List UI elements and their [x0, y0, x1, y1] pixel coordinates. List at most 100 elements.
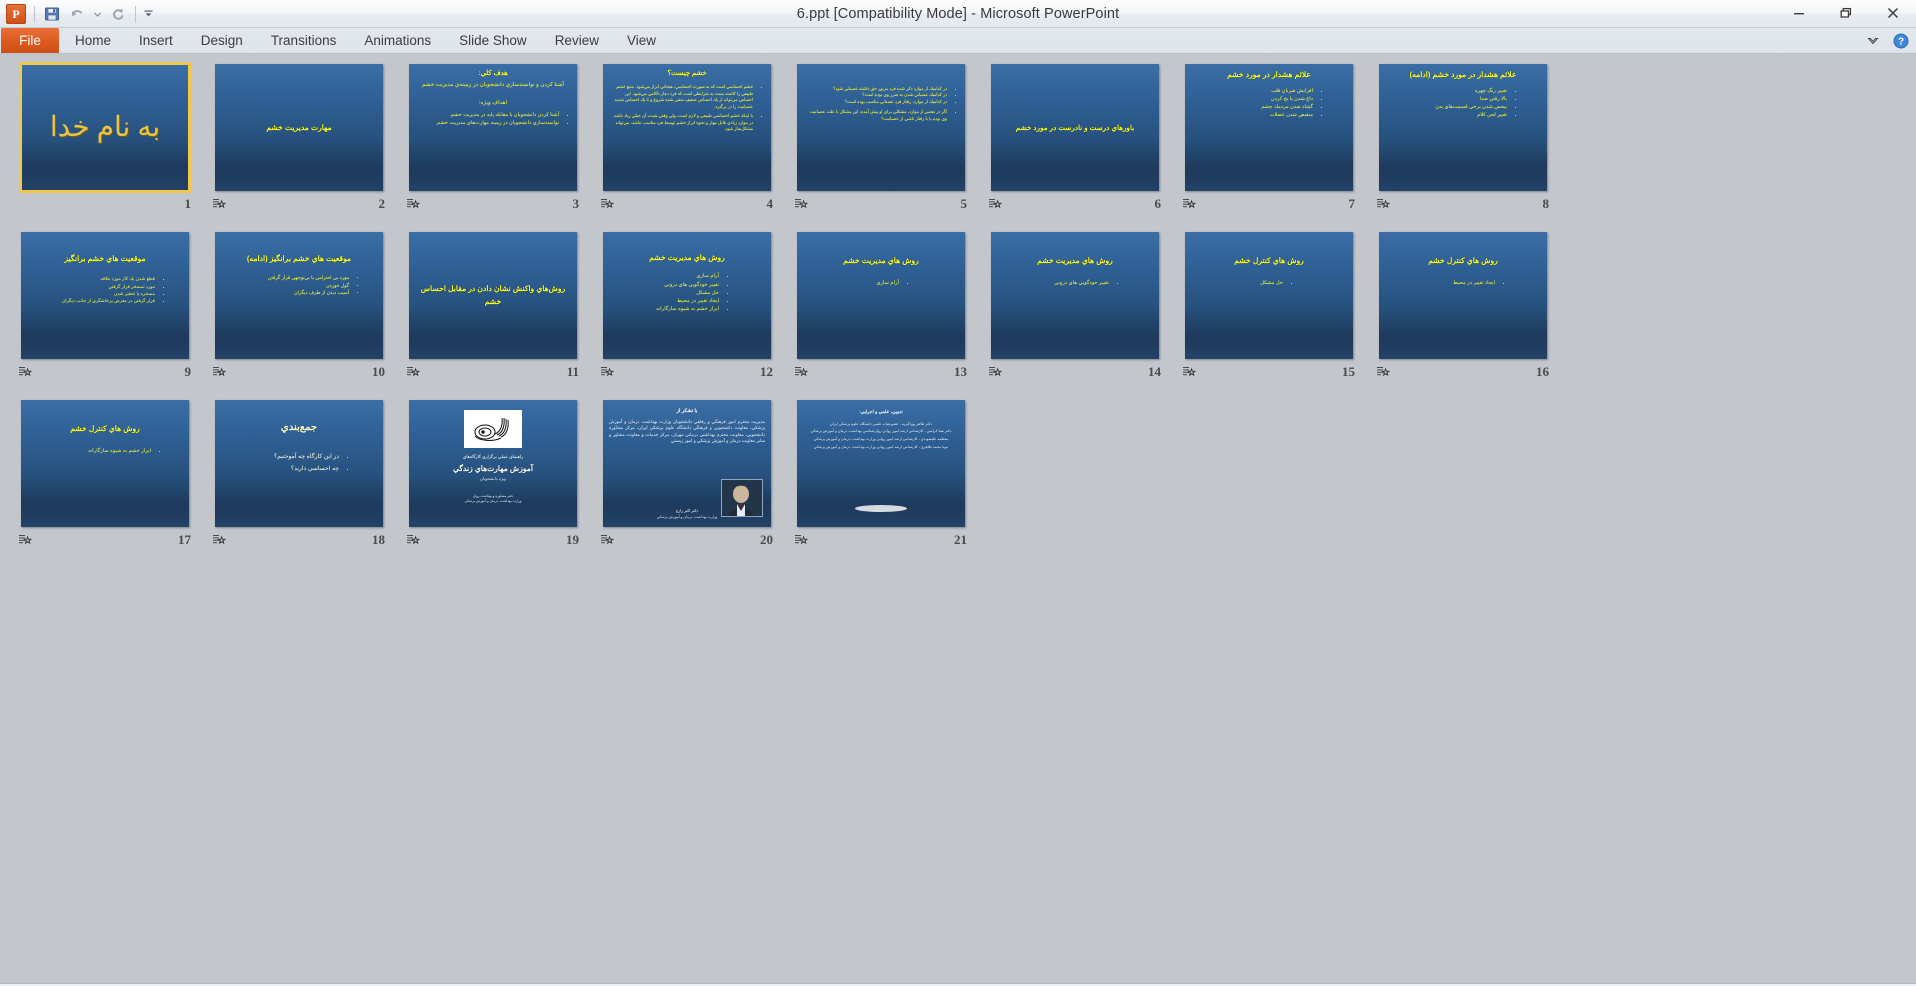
slide-number: 14: [1148, 364, 1161, 379]
tab-design[interactable]: Design: [187, 28, 257, 53]
slide-bullet: مسخره يا تحقير شدن: [28, 290, 155, 297]
slide-canvas: تدوين، علمي و اجرايي: دكتر طاهر پوراکبري…: [797, 400, 965, 527]
tab-slide-show[interactable]: Slide Show: [445, 28, 541, 53]
tab-home[interactable]: Home: [61, 28, 125, 53]
slide-cell[interactable]: راهنماي عملي برگزاري كارگاه‌هاي آموزش مه…: [396, 398, 590, 548]
slide-cell[interactable]: باورهاي درست و نادرست در مورد خشم 6: [978, 62, 1172, 212]
animation-icon[interactable]: [213, 534, 227, 547]
slide-bullet-list: تغيير خودگويي هاي دروني: [998, 279, 1152, 287]
tab-animations[interactable]: Animations: [350, 28, 445, 53]
animation-icon[interactable]: [407, 534, 421, 547]
slide-thumbnail-21[interactable]: تدوين، علمي و اجرايي: دكتر طاهر پوراکبري…: [795, 398, 967, 529]
animation-icon[interactable]: [407, 198, 421, 211]
slide-thumbnail-15[interactable]: روش هاي كنترل خشم حل مشكل: [1183, 230, 1355, 361]
slide-thumbnail-9[interactable]: موقعيت هاي خشم برانگيز قطع شدن يك كار مو…: [19, 230, 191, 361]
slide-bullet: آرام سازي: [610, 272, 719, 280]
undo-icon[interactable]: [66, 3, 88, 25]
tab-view[interactable]: View: [613, 28, 670, 53]
animation-icon[interactable]: [19, 534, 33, 547]
animation-icon[interactable]: [601, 366, 615, 379]
slide-cell[interactable]: با تشكر از مديريت محترم امور فرهنگي و رف…: [590, 398, 784, 548]
help-icon[interactable]: ?: [1892, 32, 1910, 50]
slide-thumbnail-20[interactable]: با تشكر از مديريت محترم امور فرهنگي و رف…: [601, 398, 773, 529]
slide-thumbnail-2[interactable]: مهارت مديريت خشم: [213, 62, 385, 193]
customize-qat-icon[interactable]: [142, 3, 155, 25]
undo-dropdown-icon[interactable]: [91, 3, 104, 25]
slide-grid: به نام خدا 1 مهارت مديريت خشم 2 هدف كلي:…: [8, 62, 1580, 566]
slide-sorter-pane[interactable]: به نام خدا 1 مهارت مديريت خشم 2 هدف كلي:…: [0, 54, 1916, 983]
slide-thumbnail-5[interactable]: در كداميك از موارد ذكر شده فرد مزبور حق …: [795, 62, 967, 193]
slide-cell[interactable]: روش هاي مديريت خشم آرام سازي: [784, 230, 978, 380]
slide-cell[interactable]: هدف كلي: آشنا كردن و توانمندسازي دانشجوي…: [396, 62, 590, 212]
animation-icon[interactable]: [213, 366, 227, 379]
slide-cell[interactable]: جمع‌بندي در اين كارگاه چه آموختيم؟ چه اح…: [202, 398, 396, 548]
save-icon[interactable]: [41, 3, 63, 25]
slide-cell[interactable]: موقعيت هاي خشم برانگيز قطع شدن يك كار مو…: [8, 230, 202, 380]
slide-canvas: در كداميك از موارد ذكر شده فرد مزبور حق …: [797, 64, 965, 191]
slide-cell[interactable]: مهارت مديريت خشم 2: [202, 62, 396, 212]
redo-icon[interactable]: [107, 3, 129, 25]
animation-icon[interactable]: [19, 366, 33, 379]
animation-icon[interactable]: [1183, 198, 1197, 211]
minimize-ribbon-icon[interactable]: [1864, 32, 1882, 50]
slide-meta: 21: [784, 532, 978, 548]
animation-icon[interactable]: [795, 534, 809, 547]
slide-thumbnail-18[interactable]: جمع‌بندي در اين كارگاه چه آموختيم؟ چه اح…: [213, 398, 385, 529]
slide-thumbnail-14[interactable]: روش هاي مديريت خشم تغيير خودگويي هاي درو…: [989, 230, 1161, 361]
animation-icon[interactable]: [601, 198, 615, 211]
slide-meta: 12: [590, 364, 784, 380]
animation-icon[interactable]: [601, 534, 615, 547]
slide-bullet-list: در كداميك از موارد ذكر شده فرد مزبور حق …: [804, 86, 958, 122]
slide-thumbnail-13[interactable]: روش هاي مديريت خشم آرام سازي: [795, 230, 967, 361]
slide-sorter-workspace[interactable]: به نام خدا 1 مهارت مديريت خشم 2 هدف كلي:…: [0, 54, 1916, 983]
slide-cell[interactable]: روش هاي كنترل خشم حل مشكل: [1172, 230, 1366, 380]
slide-cell[interactable]: در كداميك از موارد ذكر شده فرد مزبور حق …: [784, 62, 978, 212]
slide-title-text: علائم هشدار در مورد خشم: [1227, 70, 1311, 79]
slide-cell[interactable]: روش‌هاي واكنش نشان دادن در مقابل احساس خ…: [396, 230, 590, 380]
slide-thumbnail-8[interactable]: علائم هشدار در مورد خشم (ادامه) تغيير رن…: [1377, 62, 1549, 193]
bismillah-calligraphy-image: [464, 410, 522, 448]
slide-cell[interactable]: روش هاي مديريت خشم آرام سازي تغيير خودگو…: [590, 230, 784, 380]
animation-icon[interactable]: [989, 198, 1003, 211]
tab-review[interactable]: Review: [541, 28, 613, 53]
animation-icon[interactable]: [213, 198, 227, 211]
slide-thumbnail-16[interactable]: روش هاي كنترل خشم ايجاد تغيير در محيط: [1377, 230, 1549, 361]
animation-icon[interactable]: [1377, 366, 1391, 379]
slide-cell[interactable]: به نام خدا 1: [8, 62, 202, 212]
slide-thumbnail-12[interactable]: روش هاي مديريت خشم آرام سازي تغيير خودگو…: [601, 230, 773, 361]
slide-cell[interactable]: موقعيت هاي خشم برانگيز (ادامه) مورد بي ا…: [202, 230, 396, 380]
animation-icon[interactable]: [795, 198, 809, 211]
slide-bullet: اگر در بعضي از موارد، مشكلي براي او پيش …: [804, 109, 947, 122]
slide-cell[interactable]: روش هاي كنترل خشم ابراز خشم به شيوه سازگ…: [8, 398, 202, 548]
animation-icon[interactable]: [407, 366, 421, 379]
slide-cell[interactable]: علائم هشدار در مورد خشم (ادامه) تغيير رن…: [1366, 62, 1560, 212]
tab-insert[interactable]: Insert: [125, 28, 187, 53]
slide-thumbnail-10[interactable]: موقعيت هاي خشم برانگيز (ادامه) مورد بي ا…: [213, 230, 385, 361]
slide-thumbnail-4[interactable]: خشم چيست؟ خشم احساسي است كه به صورت احسا…: [601, 62, 773, 193]
close-icon[interactable]: [1869, 0, 1916, 26]
slide-thumbnail-1[interactable]: به نام خدا: [19, 62, 191, 193]
slide-cell[interactable]: تدوين، علمي و اجرايي: دكتر طاهر پوراکبري…: [784, 398, 978, 548]
animation-icon[interactable]: [1377, 198, 1391, 211]
slide-cell[interactable]: روش هاي مديريت خشم تغيير خودگويي هاي درو…: [978, 230, 1172, 380]
slide-thumbnail-7[interactable]: علائم هشدار در مورد خشم افزايش ضربان قلب…: [1183, 62, 1355, 193]
slide-thumbnail-3[interactable]: هدف كلي: آشنا كردن و توانمندسازي دانشجوي…: [407, 62, 579, 193]
slide-thumbnail-6[interactable]: باورهاي درست و نادرست در مورد خشم: [989, 62, 1161, 193]
restore-icon[interactable]: [1822, 0, 1869, 26]
animation-icon[interactable]: [1183, 366, 1197, 379]
slide-subtitle-text: آشنا كردن و توانمندسازي دانشجويان در زمي…: [422, 82, 564, 89]
minimize-icon[interactable]: [1775, 0, 1822, 26]
animation-icon[interactable]: [989, 366, 1003, 379]
slide-cell[interactable]: علائم هشدار در مورد خشم افزايش ضربان قلب…: [1172, 62, 1366, 212]
slide-bullet: در اين كارگاه چه آموختيم؟: [222, 451, 339, 463]
slide-thumbnail-19[interactable]: راهنماي عملي برگزاري كارگاه‌هاي آموزش مه…: [407, 398, 579, 529]
powerpoint-app-icon[interactable]: P: [6, 4, 26, 24]
tab-file[interactable]: File: [1, 28, 59, 53]
slide-cell[interactable]: روش هاي كنترل خشم ايجاد تغيير در محيط: [1366, 230, 1560, 380]
slide-canvas: روش هاي كنترل خشم ابراز خشم به شيوه سازگ…: [21, 400, 189, 527]
animation-icon[interactable]: [795, 366, 809, 379]
slide-thumbnail-11[interactable]: روش‌هاي واكنش نشان دادن در مقابل احساس خ…: [407, 230, 579, 361]
slide-cell[interactable]: خشم چيست؟ خشم احساسي است كه به صورت احسا…: [590, 62, 784, 212]
slide-thumbnail-17[interactable]: روش هاي كنترل خشم ابراز خشم به شيوه سازگ…: [19, 398, 191, 529]
tab-transitions[interactable]: Transitions: [257, 28, 351, 53]
